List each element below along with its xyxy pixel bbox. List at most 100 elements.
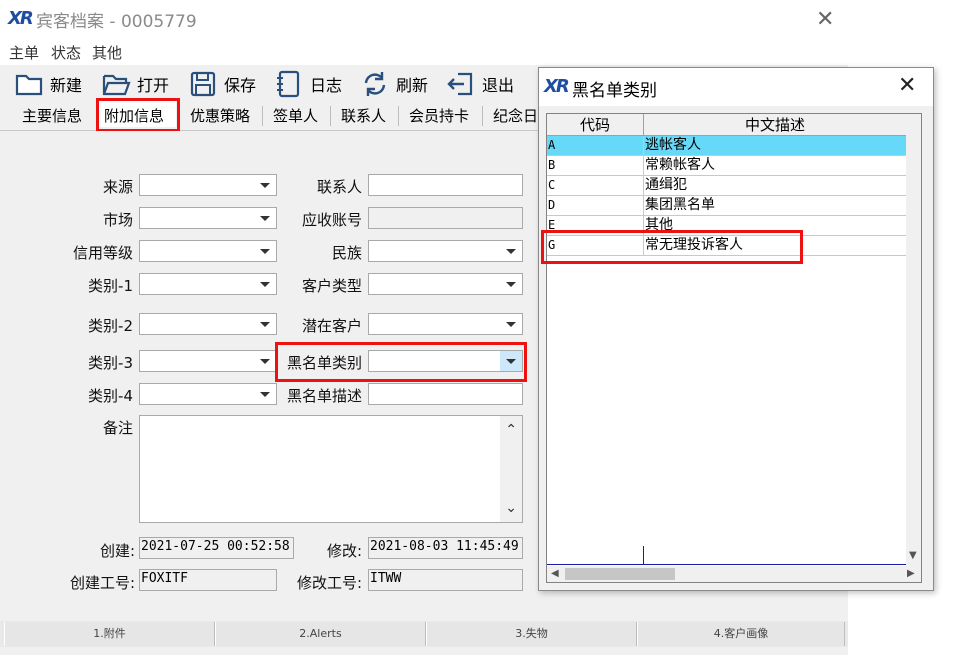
row-code: A <box>547 136 644 156</box>
chevron-down-icon <box>260 282 270 287</box>
category-2-label: 类别-2 <box>88 317 133 335</box>
market-select[interactable] <box>139 207 277 229</box>
bottom-tab-alerts[interactable]: 2.Alerts <box>215 622 426 646</box>
category-4-label: 类别-4 <box>88 387 133 405</box>
folder-new-icon <box>15 74 43 96</box>
potential-customer-select[interactable] <box>368 313 523 335</box>
bottom-tab-lost-found[interactable]: 3.失物 <box>426 622 637 646</box>
column-header-description[interactable]: 中文描述 <box>644 114 907 136</box>
category-1-select[interactable] <box>139 273 277 295</box>
menu-item-status[interactable]: 状态 <box>51 42 81 63</box>
tab-member-cards[interactable]: 会员持卡 <box>409 105 469 126</box>
open-button-label: 打开 <box>137 76 170 95</box>
menu-bar <box>0 38 848 65</box>
app-logo-icon: XR <box>8 8 34 29</box>
tab-discount-policy[interactable]: 优惠策略 <box>190 105 250 126</box>
modifier-id-field: ITWW <box>368 569 523 591</box>
blacklist-grid: 代码 中文描述 A 逃帐客人 B 常赖帐客人 C 通缉犯 D 集团黑名单 E 其… <box>546 113 922 583</box>
source-label: 来源 <box>102 178 133 196</box>
window-title: 宾客档案 - 0005779 <box>36 12 197 32</box>
highlight-box-tab <box>96 98 180 132</box>
customer-type-label: 客户类型 <box>301 277 362 295</box>
new-row-divider <box>643 546 644 564</box>
row-description: 通缉犯 <box>644 176 907 196</box>
log-button[interactable]: 日志 <box>274 70 342 98</box>
scroll-thumb[interactable] <box>565 568 675 580</box>
chevron-down-icon <box>260 392 270 397</box>
scroll-right-icon[interactable]: ▶ <box>907 568 915 579</box>
refresh-button[interactable]: 刷新 <box>360 70 428 98</box>
tab-anniversary[interactable]: 纪念日 <box>493 105 538 126</box>
grid-horizontal-scrollbar[interactable]: ◀ ▶ <box>547 566 921 582</box>
blacklist-description-label: 黑名单描述 <box>286 387 362 405</box>
bottom-tab-attachments[interactable]: 1.附件 <box>4 622 215 646</box>
table-row[interactable]: D 集团黑名单 <box>547 196 907 216</box>
market-label: 市场 <box>102 211 133 229</box>
source-select[interactable] <box>139 174 277 196</box>
highlight-box-row-g <box>541 230 803 264</box>
blacklist-description-input[interactable] <box>368 383 523 405</box>
tab-separator <box>262 106 263 126</box>
ar-account-label: 应收账号 <box>301 211 362 229</box>
tab-main-info[interactable]: 主要信息 <box>22 105 82 126</box>
chevron-down-icon <box>260 322 270 327</box>
category-2-select[interactable] <box>139 313 277 335</box>
chevron-down-icon <box>506 282 516 287</box>
scroll-left-icon[interactable]: ◀ <box>551 568 559 579</box>
chevron-down-icon <box>260 183 270 188</box>
tab-separator <box>482 106 483 126</box>
chevron-down-icon <box>506 322 516 327</box>
chevron-up-icon[interactable]: ⌃ <box>505 422 517 438</box>
chevron-down-icon[interactable]: ⌄ <box>505 500 517 516</box>
chevron-down-icon <box>260 359 270 364</box>
modified-value: 2021-08-03 11:45:49 <box>370 539 519 554</box>
log-button-label: 日志 <box>310 76 343 95</box>
contact-label: 联系人 <box>316 178 362 196</box>
contact-input[interactable] <box>368 174 523 196</box>
row-code: C <box>547 176 644 196</box>
column-header-code[interactable]: 代码 <box>547 114 644 136</box>
menu-item-main[interactable]: 主单 <box>9 42 39 63</box>
table-row[interactable]: C 通缉犯 <box>547 176 907 196</box>
remark-textarea[interactable]: ⌃ ⌄ <box>139 415 523 523</box>
modified-field: 2021-08-03 11:45:49 <box>368 537 523 559</box>
exit-button[interactable]: 退出 <box>446 70 514 98</box>
modifier-id-value: ITWW <box>370 571 402 586</box>
table-row[interactable]: B 常赖帐客人 <box>547 156 907 176</box>
new-row-line <box>547 564 907 565</box>
new-button[interactable]: 新建 <box>14 70 82 98</box>
credit-level-select[interactable] <box>139 240 277 262</box>
modifier-id-label: 修改工号: <box>296 574 362 592</box>
dialog-close-icon[interactable]: ✕ <box>898 75 916 97</box>
menu-item-other[interactable]: 其他 <box>92 42 122 63</box>
modified-label: 修改: <box>326 542 362 560</box>
dialog-logo-icon: XR <box>544 76 570 97</box>
created-field: 2021-07-25 00:52:58 <box>139 537 294 559</box>
open-button[interactable]: 打开 <box>101 70 169 98</box>
tab-contacts[interactable]: 联系人 <box>341 105 386 126</box>
potential-customer-label: 潜在客户 <box>301 317 362 335</box>
scroll-down-icon[interactable]: ▼ <box>909 550 917 561</box>
customer-type-select[interactable] <box>368 273 523 295</box>
credit-level-label: 信用等级 <box>72 244 133 262</box>
category-3-select[interactable] <box>139 350 277 372</box>
created-label: 创建: <box>99 542 135 560</box>
row-description: 常赖帐客人 <box>644 156 907 176</box>
save-button-label: 保存 <box>224 76 257 95</box>
category-4-select[interactable] <box>139 383 277 405</box>
refresh-icon <box>364 72 386 96</box>
ethnicity-select[interactable] <box>368 240 523 262</box>
bottom-tab-customer-profile[interactable]: 4.客户画像 <box>637 622 845 646</box>
exit-button-label: 退出 <box>482 76 515 95</box>
close-icon[interactable]: ✕ <box>816 9 834 31</box>
dialog-title: 黑名单类别 <box>572 81 657 101</box>
exit-icon <box>447 72 473 96</box>
grid-vertical-scrollbar[interactable]: ▼ <box>906 114 921 566</box>
row-code: D <box>547 196 644 216</box>
save-button[interactable]: 保存 <box>188 70 256 98</box>
row-code: B <box>547 156 644 176</box>
folder-open-icon <box>102 74 131 96</box>
new-button-label: 新建 <box>50 76 83 95</box>
table-row[interactable]: A 逃帐客人 <box>547 136 907 156</box>
tab-signers[interactable]: 签单人 <box>273 105 318 126</box>
